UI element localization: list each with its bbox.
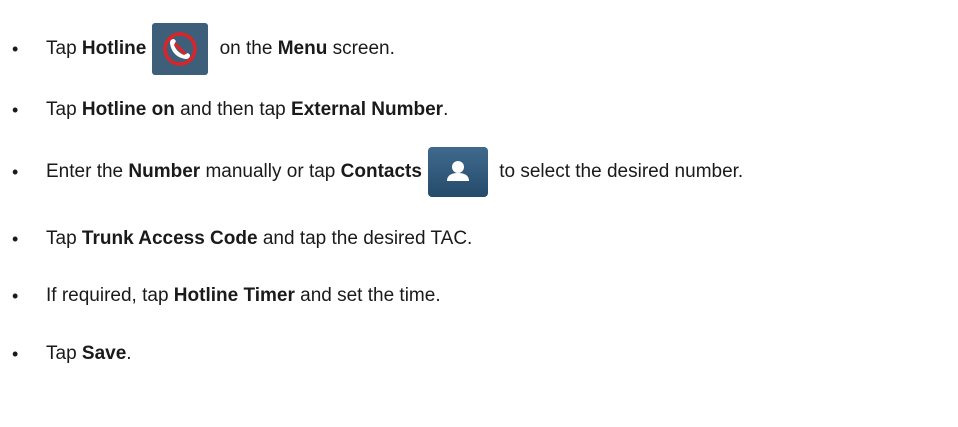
step-text-part: and set the time. [294,285,441,306]
step-text: Tap Trunk Access Code and tap the desire… [46,228,472,250]
step-text-part: Enter the [46,161,129,182]
step-text: Tap Hotline on the Menu screen. [46,23,395,75]
ui-term: Number [128,161,201,182]
bullet: • [12,229,19,249]
bullet: • [12,39,19,59]
step-text-part: on the [214,38,278,59]
hotline-phone-icon [152,23,209,75]
ui-term: External Number [291,99,444,120]
step-text-part: Tap [46,228,82,249]
step-text-part: and tap the desired TAC. [257,228,473,249]
ui-term: Save [81,343,127,364]
ui-term: Hotline [81,38,147,59]
ui-term: Contacts [340,161,422,182]
bullet: • [12,162,19,182]
step-text-part: to select the desired number. [493,161,744,182]
step-text-part: and then tap [174,99,292,120]
ui-term: Hotline on [81,99,175,120]
step-text-part: manually or tap [200,161,341,182]
bullet: • [12,100,19,120]
instruction-list: • Tap Hotline on the Menu screen. • Tap … [0,0,958,427]
contacts-person-icon [427,147,488,197]
ui-term: Trunk Access Code [81,228,258,249]
step-text-part: If required, tap [46,285,174,306]
step-text-part: Tap [46,38,82,59]
step-text-part: . [443,99,449,120]
step-text-part: Tap [46,343,82,364]
step-text: Enter the Number manually or tap Contact… [46,147,743,197]
step-text-part: screen. [327,38,395,59]
step-text-part: Tap [46,99,82,120]
step-text: Tap Save . [46,343,132,365]
ui-term: Hotline Timer [173,285,295,306]
step-text: Tap Hotline on and then tap External Num… [46,99,448,121]
step-text: If required, tap Hotline Timer and set t… [46,285,441,307]
bullet: • [12,286,19,306]
step-text-part: . [126,343,132,364]
ui-term: Menu [277,38,328,59]
bullet: • [12,344,19,364]
